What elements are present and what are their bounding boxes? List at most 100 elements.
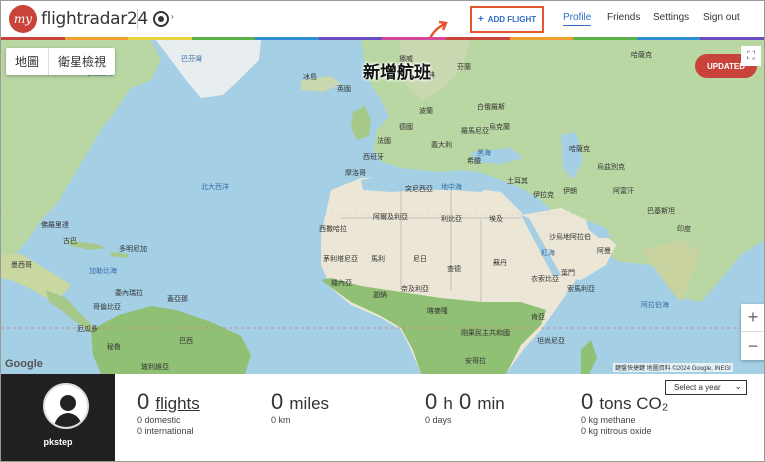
map-label: 德國	[399, 124, 413, 131]
map-label: 佛羅里達	[41, 222, 69, 229]
map-label: 伊拉克	[533, 192, 554, 199]
map-label: 沙烏地阿拉伯	[549, 234, 591, 241]
nav-friends[interactable]: Friends	[607, 12, 640, 23]
profile-panel: pkstep	[1, 374, 115, 461]
map-label: 安哥拉	[465, 358, 486, 365]
map-label: 羅馬尼亞	[461, 128, 489, 135]
hours-unit: h	[443, 394, 453, 413]
map-label: 土耳其	[507, 178, 528, 185]
map-label: 紅海	[541, 250, 555, 257]
satellite-view-button[interactable]: 衛星檢視	[49, 48, 115, 75]
map-label: 幾內亞	[331, 280, 352, 287]
stats-bar: pkstep 0 flights 0 domestic 0 internatio…	[1, 374, 764, 461]
username: pkstep	[43, 437, 73, 447]
map-copyright[interactable]: 鍵盤快捷鍵 地圖資料 ©2024 Google, INEGI	[613, 363, 733, 372]
map-label: 阿拉伯海	[641, 302, 669, 309]
map-label: 索馬利亞	[567, 286, 595, 293]
fullscreen-icon[interactable]: ⛶	[741, 46, 761, 66]
map-label: 巴芬灣	[181, 56, 202, 63]
map-label: 白俄羅斯	[477, 104, 505, 111]
minutes-count: 0	[458, 389, 472, 414]
map-label: 查德	[447, 266, 461, 273]
map-label: 阿富汗	[613, 188, 634, 195]
header-divider	[137, 9, 138, 29]
map-label: 西撒哈拉	[319, 226, 347, 233]
flights-count: 0	[137, 389, 150, 414]
map-label: 阿曼	[597, 248, 611, 255]
map-label: 葉門	[561, 270, 575, 277]
map-label: 巴基斯坦	[647, 208, 675, 215]
avatar[interactable]	[43, 383, 89, 429]
km-count: 0 km	[271, 415, 291, 425]
map-label: 衣索比亞	[531, 276, 559, 283]
map-label: 肯亞	[531, 314, 545, 321]
map-label: 哥倫比亞	[93, 304, 121, 311]
map-label: 茅利塔尼亞	[323, 256, 358, 263]
myflightradar24-logo[interactable]: my flightradar24	[9, 5, 148, 33]
map-label: 伊朗	[563, 188, 577, 195]
map-label: 厄瓜多	[77, 326, 98, 333]
map-label: 墨西哥	[11, 262, 32, 269]
map-label: 古巴	[63, 238, 77, 245]
map-label: 埃及	[489, 216, 503, 223]
map-label: 英國	[337, 86, 351, 93]
map-label: 利比亞	[441, 216, 462, 223]
map-label: 冰島	[303, 74, 317, 81]
logo-text: flightradar24	[41, 9, 148, 29]
zoom-in-button[interactable]: +	[741, 304, 764, 332]
map-label: 哈薩克	[631, 52, 652, 59]
logo-badge: my	[9, 5, 37, 33]
plus-icon: +	[477, 14, 484, 25]
year-select-label: Select a year	[674, 383, 721, 392]
nav-sign-out[interactable]: Sign out	[703, 12, 740, 23]
miles-count: 0	[271, 389, 284, 414]
nitrous-count: 0 kg nitrous oxide	[581, 426, 652, 436]
map-type-toggle: 地圖 衛星檢視	[6, 48, 116, 75]
map-label: 烏茲別克	[597, 164, 625, 171]
map-label: 委內瑞拉	[115, 290, 143, 297]
map-label: 芬蘭	[457, 64, 471, 71]
map-label: 法國	[377, 138, 391, 145]
hours-count: 0	[425, 389, 438, 414]
add-flight-button[interactable]: + ADD FLIGHT	[470, 6, 544, 33]
map-label: 希臘	[467, 158, 481, 165]
miles-stat: 0 miles 0 km	[271, 389, 329, 426]
map-label: 蘇丹	[493, 260, 507, 267]
map-label: 義大利	[431, 142, 452, 149]
map-label: 玻利維亞	[141, 364, 169, 371]
map-label: 烏克蘭	[489, 124, 510, 131]
nav-settings[interactable]: Settings	[653, 12, 689, 23]
nav-profile[interactable]: Profile	[563, 12, 592, 26]
miles-unit: miles	[289, 394, 330, 413]
flights-link[interactable]: flights	[155, 394, 199, 413]
international-count: 0 international	[137, 426, 194, 436]
flight-map[interactable]: 北大西洋 地中海 加勒比海 紅海 阿拉伯海 黑海 巴芬灣 哈德遜灣 哈薩克 哈薩…	[1, 40, 764, 374]
map-label: 秘魯	[107, 344, 121, 351]
methane-count: 0 kg methane	[581, 415, 636, 425]
person-icon	[45, 385, 87, 427]
map-label: 迦納	[373, 292, 387, 299]
map-view-button[interactable]: 地圖	[6, 48, 50, 75]
map-label: 坦尚尼亞	[537, 338, 565, 345]
domestic-count: 0 domestic	[137, 415, 181, 425]
map-label: 巴西	[179, 338, 193, 345]
map-label: 哈薩克	[569, 146, 590, 153]
chevron-down-icon: ⌄	[734, 381, 742, 391]
map-label: 北大西洋	[201, 184, 229, 191]
map-label: 馬利	[371, 256, 385, 263]
zoom-out-button[interactable]: −	[741, 332, 764, 360]
map-label: 尼日	[413, 256, 427, 263]
co2-count: 0	[581, 389, 594, 414]
time-stat: 0 h 0 min 0 days	[425, 389, 505, 426]
map-label: 阿爾及利亞	[373, 214, 408, 221]
google-logo: Google	[5, 358, 43, 370]
co2-stat: 0 tons CO₂ 0 kg methane 0 kg nitrous oxi…	[581, 389, 668, 437]
map-label: 多明尼加	[119, 246, 147, 253]
map-label: 加勒比海	[89, 268, 117, 275]
year-select[interactable]: Select a year ⌄	[665, 380, 747, 395]
zoom-controls: + −	[741, 304, 764, 360]
map-label: 剛果民主共和國	[461, 330, 510, 337]
flights-stat: 0 flights 0 domestic 0 international	[137, 389, 200, 437]
radar-icon[interactable]	[153, 11, 169, 27]
map-label: 蓋亞那	[167, 296, 188, 303]
